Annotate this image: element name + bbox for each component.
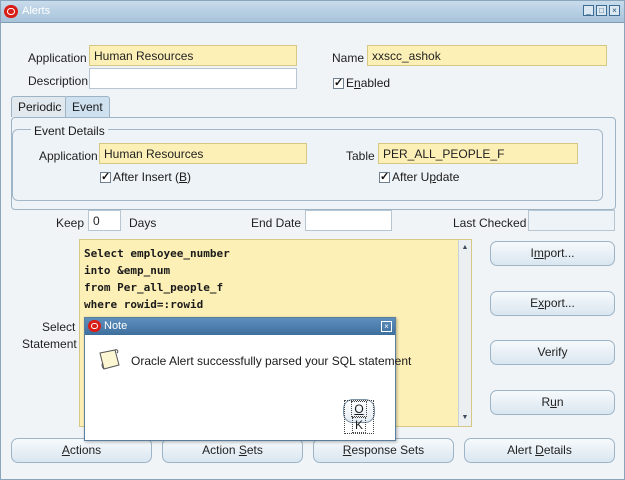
ok-button[interactable]: OK (343, 399, 375, 434)
checkbox-icon (100, 170, 111, 183)
note-dialog: Note × Oracle Alert successfully parsed … (84, 317, 411, 441)
checkbox-icon (333, 76, 344, 89)
end-date-field[interactable] (305, 210, 392, 231)
event-application-field[interactable]: Human Resources (99, 143, 307, 164)
restore-button[interactable]: □ (596, 5, 607, 16)
tab-periodic[interactable]: Periodic (11, 96, 69, 117)
event-details-title: Event Details (31, 124, 108, 138)
days-label: Days (129, 216, 157, 230)
enabled-label: Enabled (346, 76, 391, 90)
oracle-logo-icon (4, 5, 18, 18)
dialog-close-button[interactable]: × (381, 321, 392, 332)
dialog-title: Note (104, 320, 128, 332)
description-field[interactable] (89, 68, 297, 89)
alert-details-button[interactable]: Alert Details (464, 438, 615, 463)
select-statement-label-line1: Select (42, 320, 76, 334)
event-details-group (12, 129, 603, 201)
application-label: Application (28, 51, 87, 65)
import-button[interactable]: Import... (490, 241, 615, 266)
dialog-title-bar[interactable]: Note × (85, 318, 395, 335)
sql-line: where rowid=:rowid (84, 298, 204, 311)
application-field[interactable]: Human Resources (89, 45, 297, 66)
title-bar[interactable]: Alerts _ □ × (1, 1, 624, 23)
last-checked-label: Last Checked (453, 216, 527, 230)
event-application-label: Application (39, 149, 98, 163)
description-label: Description (28, 74, 89, 88)
actions-button[interactable]: Actions (11, 438, 152, 463)
response-sets-button[interactable]: Response Sets (313, 438, 454, 463)
export-button[interactable]: Export... (490, 291, 615, 316)
table-field[interactable]: PER_ALL_PEOPLE_F (378, 143, 578, 164)
dialog-message: Oracle Alert successfully parsed your SQ… (131, 354, 412, 368)
tab-event[interactable]: Event (65, 96, 110, 117)
minimize-button[interactable]: _ (583, 5, 594, 16)
alerts-window: Alerts _ □ × Application Human Resources… (0, 0, 625, 480)
sql-line: into &emp_num (84, 264, 171, 277)
sql-scrollbar[interactable]: ▲ ▼ (458, 240, 471, 426)
note-icon (99, 349, 120, 370)
run-button[interactable]: Run (490, 390, 615, 415)
sql-line: from Per_all_people_f (84, 281, 224, 294)
keep-label: Keep (56, 216, 85, 230)
last-checked-field (528, 210, 615, 231)
after-insert-label: After Insert (B) (113, 170, 192, 184)
select-statement-label-line2: Statement (22, 337, 77, 351)
scroll-down-icon[interactable]: ▼ (459, 412, 471, 424)
scroll-up-icon[interactable]: ▲ (459, 242, 471, 254)
after-insert-checkbox[interactable]: After Insert (B) (100, 170, 191, 184)
action-sets-button[interactable]: Action Sets (162, 438, 303, 463)
after-update-label: After Update (392, 170, 460, 184)
close-button[interactable]: × (609, 5, 620, 16)
window-title: Alerts (22, 5, 51, 17)
name-label: Name (332, 51, 365, 65)
checkbox-icon (379, 170, 390, 183)
keep-field[interactable]: 0 (88, 210, 121, 231)
end-date-label: End Date (251, 216, 302, 230)
oracle-logo-icon (88, 320, 101, 332)
verify-button[interactable]: Verify (490, 340, 615, 365)
sql-line: Select employee_number (84, 247, 230, 260)
name-field[interactable]: xxscc_ashok (367, 45, 607, 66)
table-label: Table (346, 149, 375, 163)
enabled-checkbox[interactable]: Enabled (333, 76, 390, 90)
after-update-checkbox[interactable]: After Update (379, 170, 459, 184)
